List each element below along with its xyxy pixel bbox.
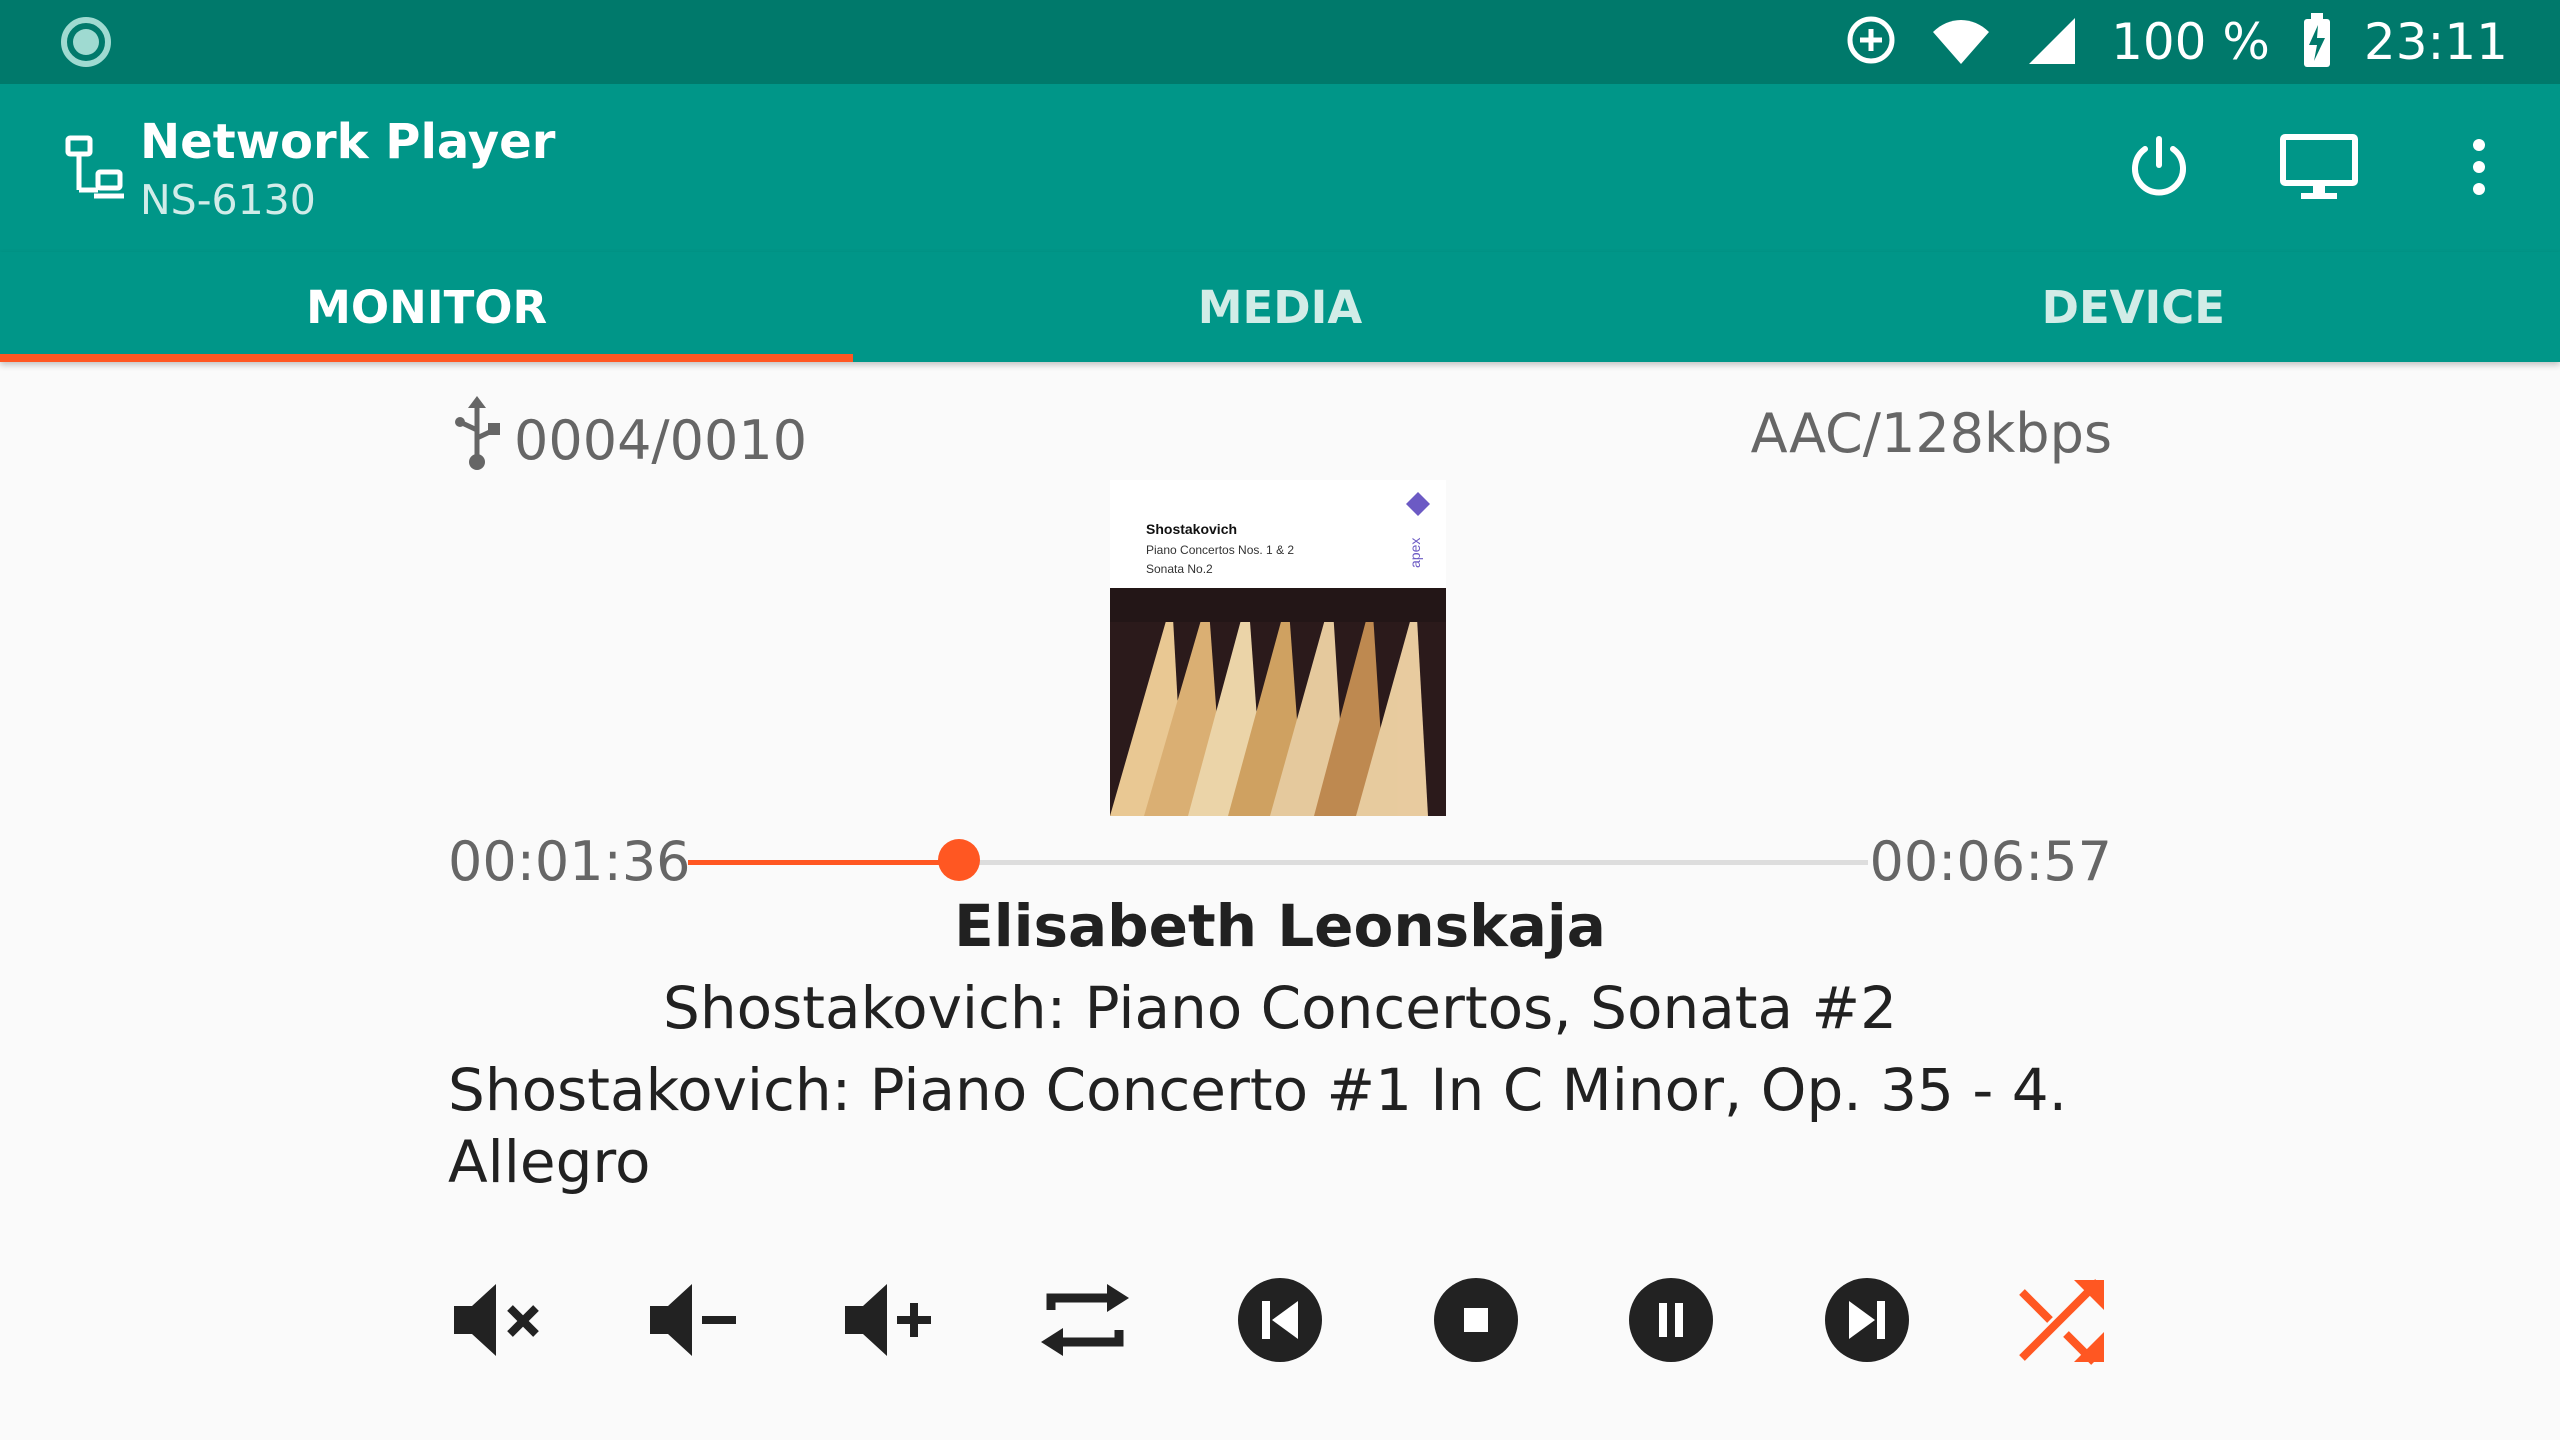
progress-bar[interactable] — [688, 839, 1868, 881]
volume-up-button[interactable] — [839, 1272, 939, 1372]
playback-info-row: 0004/0010 AAC/128kbps — [448, 394, 2112, 474]
volume-down-icon — [644, 1270, 744, 1374]
power-button[interactable] — [2114, 124, 2204, 214]
repeat-button[interactable] — [1035, 1272, 1135, 1372]
duration-time: 00:06:57 — [1869, 830, 2112, 893]
track-counter-text: 0004/0010 — [514, 409, 808, 472]
device-name: NS-6130 — [140, 176, 316, 224]
tab-bar: MONITOR MEDIA DEVICE — [0, 252, 2560, 362]
overflow-menu-button[interactable] — [2434, 124, 2524, 214]
track-title: Shostakovich: Piano Concerto #1 In C Min… — [448, 1056, 2068, 1196]
tab-device[interactable]: DEVICE — [1707, 252, 2560, 362]
artist-name: Elisabeth Leonskaja — [954, 892, 1606, 960]
network-icon — [64, 134, 134, 204]
mute-icon — [448, 1270, 548, 1374]
album-art-brand: apex — [1407, 538, 1423, 568]
more-vert-icon — [2467, 131, 2491, 207]
status-icons: 100 % 23:11 — [1843, 0, 2508, 84]
volume-up-icon — [839, 1270, 939, 1374]
timeline: 00:01:36 00:06:57 — [448, 822, 2112, 902]
power-icon — [2123, 131, 2195, 207]
usb-icon — [448, 394, 506, 487]
status-bar: 100 % 23:11 — [0, 0, 2560, 84]
next-track-button[interactable] — [1817, 1272, 1917, 1372]
pause-button[interactable] — [1621, 1272, 1721, 1372]
tab-label: MEDIA — [1197, 280, 1363, 334]
pause-icon — [1621, 1270, 1721, 1374]
tab-label: DEVICE — [2041, 280, 2226, 334]
skip-previous-icon — [1230, 1270, 1330, 1374]
battery-percentage: 100 % — [2111, 13, 2270, 71]
app-bar-actions — [2114, 124, 2524, 214]
shuffle-icon — [2012, 1270, 2112, 1374]
volume-down-button[interactable] — [644, 1272, 744, 1372]
data-saver-icon — [1843, 12, 1899, 72]
album-art-line-1: Piano Concertos Nos. 1 & 2 — [1146, 543, 1294, 557]
album-art-heading: Shostakovich — [1146, 521, 1237, 537]
progress-fill — [688, 860, 960, 865]
app-bar: Network Player NS-6130 — [0, 84, 2560, 252]
progress-thumb[interactable] — [938, 839, 981, 881]
shuffle-button[interactable] — [2012, 1272, 2112, 1372]
album-name: Shostakovich: Piano Concertos, Sonata #2 — [663, 974, 1897, 1042]
stop-icon — [1426, 1270, 1526, 1374]
tab-media[interactable]: MEDIA — [853, 252, 1706, 362]
album-art-line-2: Sonata No.2 — [1146, 562, 1213, 576]
display-button[interactable] — [2274, 124, 2364, 214]
playback-controls — [448, 1262, 2112, 1382]
track-counter: 0004/0010 — [448, 394, 807, 487]
wifi-icon — [1929, 12, 1993, 72]
album-art: Shostakovich Piano Concertos Nos. 1 & 2 … — [1110, 480, 1446, 816]
stop-button[interactable] — [1426, 1272, 1526, 1372]
audio-format: AAC/128kbps — [1750, 402, 2112, 465]
battery-charging-icon — [2300, 11, 2334, 73]
tab-label: MONITOR — [306, 280, 548, 334]
monitor-panel: 0004/0010 AAC/128kbps Shostakovich Piano… — [448, 362, 2112, 1440]
clock-time: 23:11 — [2363, 13, 2508, 71]
app-title: Network Player — [140, 114, 556, 170]
repeat-icon — [1035, 1270, 1135, 1374]
cell-signal-icon — [2023, 12, 2081, 72]
mute-button[interactable] — [448, 1272, 548, 1372]
elapsed-time: 00:01:36 — [448, 830, 691, 893]
loading-icon — [60, 16, 112, 68]
tab-monitor[interactable]: MONITOR — [0, 252, 854, 362]
skip-next-icon — [1817, 1270, 1917, 1374]
previous-track-button[interactable] — [1230, 1272, 1330, 1372]
monitor-icon — [2279, 131, 2359, 207]
